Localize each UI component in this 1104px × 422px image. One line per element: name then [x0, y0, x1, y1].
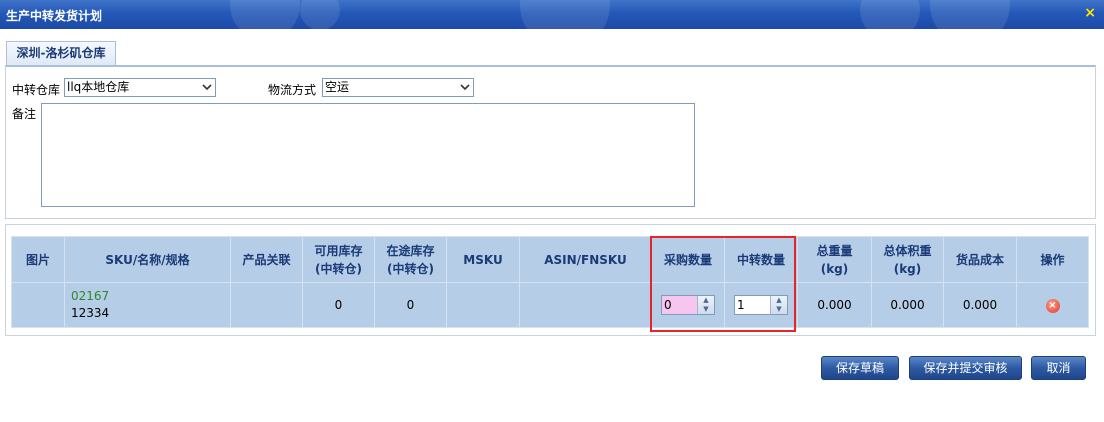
warehouse-select[interactable]: llq本地仓库: [64, 78, 216, 97]
cell-image: [11, 282, 65, 328]
col-image: 图片: [11, 236, 65, 283]
cancel-button[interactable]: 取消: [1031, 356, 1086, 380]
delete-icon[interactable]: ×: [1045, 299, 1060, 313]
warehouse-label: 中转仓库: [12, 83, 61, 97]
col-cost: 货品成本: [943, 236, 1017, 283]
remark-label: 备注: [12, 107, 37, 121]
col-asin: ASIN/FNSKU: [519, 236, 652, 283]
items-table: 图片 SKU/名称/规格 产品关联 可用库存 (中转仓) 在途库存 (中转仓) MS…: [11, 236, 1089, 328]
table-header-row: 图片 SKU/名称/规格 产品关联 可用库存 (中转仓) 在途库存 (中转仓) MS…: [11, 236, 1089, 283]
cell-in-transit: 0: [374, 282, 447, 328]
shipping-label: 物流方式: [268, 83, 317, 97]
col-volume: 总体积重 (kg): [871, 236, 944, 283]
dialog-titlebar: 生产中转发货计划 ×: [0, 0, 1104, 29]
col-action: 操作: [1016, 236, 1089, 283]
col-in-transit-line2: (中转仓): [387, 261, 434, 276]
cell-msku: [446, 282, 520, 328]
col-weight: 总重量 (kg): [797, 236, 872, 283]
col-available-line1: 可用库存: [314, 243, 363, 258]
chevron-down-icon: [460, 84, 470, 91]
cell-weight: 0.000: [797, 282, 872, 328]
col-weight-line1: 总重量: [816, 243, 853, 258]
remark-textarea[interactable]: [41, 103, 695, 207]
col-available-line2: (中转仓): [315, 261, 362, 276]
col-in-transit-line1: 在途库存: [386, 243, 435, 258]
shipping-select-value: 空运: [325, 80, 350, 94]
cell-asin: [519, 282, 652, 328]
warehouse-select-value: llq本地仓库: [67, 80, 130, 94]
save-draft-button[interactable]: 保存草稿: [821, 356, 899, 380]
col-volume-line1: 总体积重: [883, 243, 932, 258]
cell-cost: 0.000: [943, 282, 1017, 328]
col-in-transit: 在途库存 (中转仓): [374, 236, 447, 283]
col-volume-line2: (kg): [893, 261, 922, 276]
col-available: 可用库存 (中转仓): [302, 236, 375, 283]
col-sku: SKU/名称/规格: [64, 236, 231, 283]
col-msku: MSKU: [446, 236, 520, 283]
tab-warehouse[interactable]: 深圳-洛杉矶仓库: [6, 41, 116, 65]
cell-sku: 02167 12334: [64, 282, 231, 328]
sku-name: 12334: [71, 306, 110, 320]
sku-code[interactable]: 02167: [71, 288, 230, 305]
col-weight-line2: (kg): [820, 261, 849, 276]
cell-action: ×: [1016, 282, 1089, 328]
cell-related: [230, 282, 303, 328]
shipping-select[interactable]: 空运: [322, 78, 474, 97]
save-submit-button[interactable]: 保存并提交审核: [909, 356, 1022, 380]
dialog-title: 生产中转发货计划: [6, 9, 103, 23]
close-icon[interactable]: ×: [1084, 5, 1096, 21]
table-row: 02167 12334 0 0 0 ▲ ▼ 1 ▲ ▼ 0.000 0.000 …: [11, 282, 1089, 328]
qty-highlight-box: [650, 236, 796, 332]
cell-volume: 0.000: [871, 282, 944, 328]
col-related: 产品关联: [230, 236, 303, 283]
chevron-down-icon: [202, 84, 212, 91]
cell-available: 0: [302, 282, 375, 328]
